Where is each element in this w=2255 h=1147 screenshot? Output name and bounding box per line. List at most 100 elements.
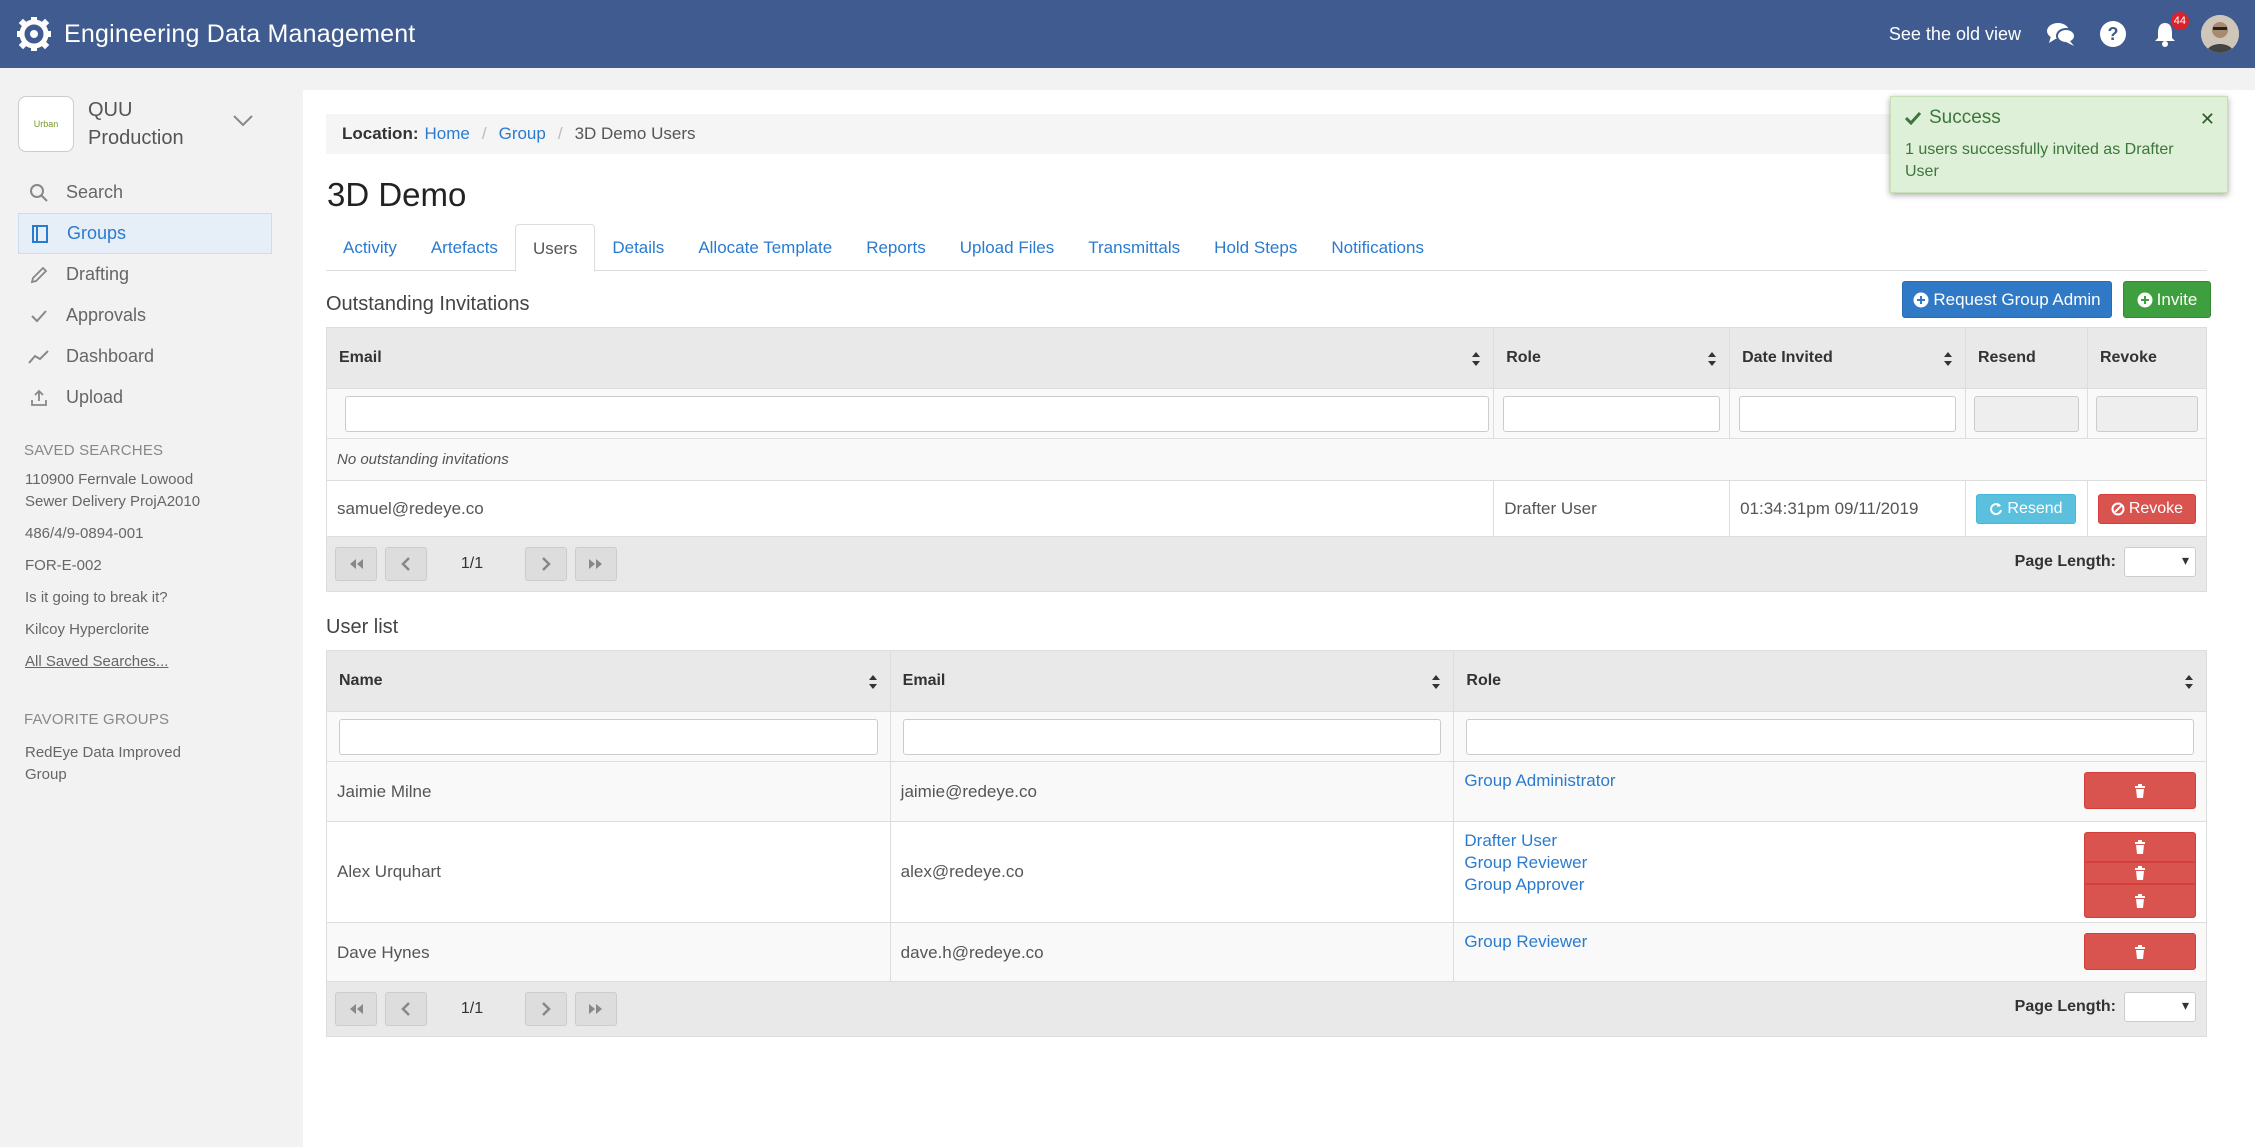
email-filter-input[interactable]	[902, 718, 1442, 755]
delete-role-button[interactable]	[2084, 772, 2196, 809]
sidebar-item-label: Approvals	[66, 305, 147, 325]
double-chevron-left-icon	[350, 559, 363, 569]
sort-icon	[1708, 352, 1717, 366]
invitation-role: Drafter User	[1493, 480, 1731, 538]
first-page-button[interactable]	[335, 992, 377, 1026]
saved-search-link[interactable]: Kilcoy Hyperclorite	[25, 619, 225, 641]
svg-text:?: ?	[2108, 24, 2119, 44]
page-length-select[interactable]	[2124, 547, 2196, 577]
tab-users[interactable]: Users	[514, 224, 596, 272]
saved-search-link[interactable]: 110900 Fernvale Lowood Sewer Delivery Pr…	[25, 469, 225, 513]
prev-page-button[interactable]	[385, 547, 427, 581]
role-filter-input[interactable]	[1466, 718, 2194, 755]
invite-button[interactable]: Invite	[2123, 281, 2211, 318]
column-header-role[interactable]: Role	[1453, 650, 2207, 712]
tab-allocate-template[interactable]: Allocate Template	[681, 224, 849, 271]
old-view-link[interactable]: See the old view	[1889, 24, 2021, 45]
tab-bar: Activity Artefacts Users Details Allocat…	[326, 224, 2207, 272]
sidebar-item-drafting[interactable]: Drafting	[18, 254, 272, 295]
check-icon	[1905, 111, 1921, 125]
delete-role-button[interactable]	[2084, 884, 2196, 918]
tab-transmittals[interactable]: Transmittals	[1071, 224, 1197, 271]
breadcrumb-current: 3D Demo Users	[574, 124, 696, 143]
check-icon	[28, 305, 50, 327]
request-group-admin-button[interactable]: Request Group Admin	[1902, 281, 2112, 318]
email-filter-input[interactable]	[345, 395, 1490, 432]
top-bar: Engineering Data Management See the old …	[0, 0, 2255, 68]
first-page-button[interactable]	[335, 547, 377, 581]
no-invitations-text: No outstanding invitations	[326, 438, 2207, 481]
double-chevron-right-icon	[589, 559, 602, 569]
help-icon[interactable]: ?	[2097, 18, 2129, 50]
sidebar-item-upload[interactable]: Upload	[18, 377, 272, 418]
column-header-role[interactable]: Role	[1493, 327, 1731, 389]
breadcrumb-separator: /	[557, 124, 563, 143]
column-header-name[interactable]: Name	[326, 650, 891, 712]
users-pager: 1/1 Page Length:	[326, 981, 2207, 1037]
sidebar-item-label: Dashboard	[66, 346, 155, 366]
delete-role-button[interactable]	[2084, 933, 2196, 970]
tab-notifications[interactable]: Notifications	[1314, 224, 1441, 271]
trash-icon	[2135, 894, 2145, 908]
column-header-resend: Resend	[1964, 327, 2088, 389]
last-page-button[interactable]	[575, 992, 617, 1026]
column-header-date-invited[interactable]: Date Invited	[1729, 327, 1966, 389]
resend-label: Resend	[2007, 500, 2063, 517]
saved-search-link[interactable]: 486/4/9-0894-001	[25, 523, 225, 545]
tab-upload-files[interactable]: Upload Files	[943, 224, 1072, 271]
bell-icon[interactable]: 44	[2149, 12, 2189, 50]
chevron-down-icon[interactable]	[232, 114, 254, 128]
saved-search-link[interactable]: FOR-E-002	[25, 555, 225, 577]
all-saved-searches-link[interactable]: All Saved Searches...	[25, 651, 225, 673]
tab-artefacts[interactable]: Artefacts	[414, 224, 515, 271]
last-page-button[interactable]	[575, 547, 617, 581]
close-icon[interactable]: ✕	[2200, 109, 2215, 130]
date-filter-input[interactable]	[1739, 395, 1956, 432]
sidebar-item-groups[interactable]: Groups	[18, 213, 272, 254]
revoke-button[interactable]: Revoke	[2097, 494, 2196, 524]
invitations-pager: 1/1 Page Length:	[326, 536, 2207, 592]
user-avatar[interactable]	[2201, 15, 2239, 53]
trash-icon	[2135, 840, 2145, 854]
tab-reports[interactable]: Reports	[849, 224, 943, 271]
chevron-right-icon	[542, 1002, 551, 1016]
next-page-button[interactable]	[525, 992, 567, 1026]
saved-search-link[interactable]: Is it going to break it?	[25, 587, 225, 609]
app-title: Engineering Data Management	[64, 19, 416, 48]
page-length-select[interactable]	[2124, 992, 2196, 1022]
delete-role-stack	[2084, 832, 2196, 918]
delete-role-button[interactable]	[2084, 832, 2196, 862]
sidebar: Urban QUU Production Search Groups Draft…	[0, 68, 290, 1147]
role-filter-input[interactable]	[1503, 395, 1721, 432]
chevron-left-icon	[401, 1002, 410, 1016]
breadcrumb-label: Location:	[342, 124, 419, 143]
user-email: alex@redeye.co	[889, 821, 1455, 923]
breadcrumb-group[interactable]: Group	[499, 124, 546, 144]
users-table: Name Email Role Jaimie Milne jaimie@rede…	[326, 650, 2207, 983]
sidebar-item-dashboard[interactable]: Dashboard	[18, 336, 272, 377]
double-chevron-left-icon	[350, 1004, 363, 1014]
favorite-group-link[interactable]: RedEye Data Improved Group	[25, 742, 225, 786]
trash-icon	[2135, 866, 2145, 880]
breadcrumb-home[interactable]: Home	[425, 124, 470, 144]
double-chevron-right-icon	[589, 1004, 602, 1014]
org-name-line1: QUU	[88, 99, 133, 121]
tab-details[interactable]: Details	[595, 224, 681, 271]
delete-role-button[interactable]	[2084, 862, 2196, 884]
tab-hold-steps[interactable]: Hold Steps	[1197, 224, 1314, 271]
name-filter-input[interactable]	[339, 718, 878, 755]
user-name: Jaimie Milne	[326, 761, 891, 822]
prev-page-button[interactable]	[385, 992, 427, 1026]
column-header-email[interactable]: Email	[889, 650, 1455, 712]
next-page-button[interactable]	[525, 547, 567, 581]
chat-icon[interactable]	[2045, 18, 2077, 50]
org-name-line2: Production	[88, 127, 184, 149]
column-header-email[interactable]: Email	[325, 327, 1495, 389]
tab-activity[interactable]: Activity	[326, 224, 414, 271]
toast-title: Success	[1929, 107, 2001, 128]
brand[interactable]: Engineering Data Management	[16, 16, 415, 52]
sidebar-item-approvals[interactable]: Approvals	[18, 295, 272, 336]
sidebar-item-search[interactable]: Search	[18, 172, 272, 213]
refresh-icon	[1990, 503, 2003, 516]
resend-button[interactable]: Resend	[1975, 494, 2076, 524]
